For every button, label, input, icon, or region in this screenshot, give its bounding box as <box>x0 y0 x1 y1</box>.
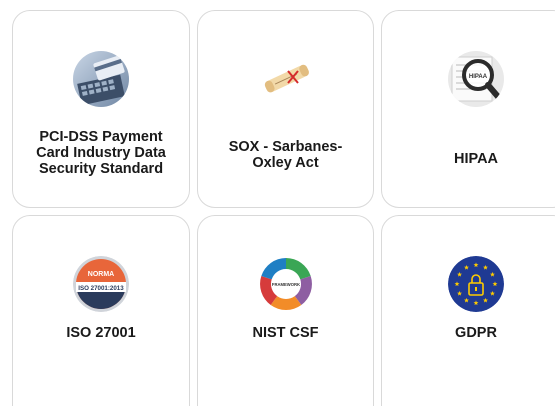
card-gdpr[interactable]: GDPR <box>381 215 555 406</box>
card-iso-27001[interactable]: NORMA ISO 27001:2013 ISO 27001 <box>12 215 190 406</box>
scroll-document-icon <box>257 51 314 107</box>
eu-lock-icon <box>448 256 504 312</box>
card-hipaa[interactable]: HIPAA HIPAA <box>381 10 555 208</box>
framework-wheel-icon: FRAMEWORK <box>258 256 314 312</box>
card-label: NIST CSF <box>252 325 319 341</box>
card-label: SOX - Sarbanes- Oxley Act <box>228 139 343 171</box>
compliance-grid: PCI-DSS Payment Card Industry Data Secur… <box>0 0 555 406</box>
iso-badge-top-text: NORMA <box>88 271 114 278</box>
magnifier-document-icon: HIPAA <box>448 51 504 107</box>
card-label: GDPR <box>455 325 497 341</box>
svg-text:HIPAA: HIPAA <box>469 74 488 80</box>
framework-center-text: FRAMEWORK <box>271 282 299 287</box>
card-label: ISO 27001 <box>66 325 136 341</box>
card-label: HIPAA <box>453 151 499 167</box>
credit-card-keyboard-icon <box>73 51 129 107</box>
card-pci-dss[interactable]: PCI-DSS Payment Card Industry Data Secur… <box>12 10 190 208</box>
card-label: PCI-DSS Payment Card Industry Data Secur… <box>36 129 166 177</box>
iso-badge-icon: NORMA ISO 27001:2013 <box>73 256 129 312</box>
card-nist-csf[interactable]: FRAMEWORK NIST CSF <box>197 215 374 406</box>
iso-badge-main-text: ISO 27001:2013 <box>78 285 124 292</box>
card-sox[interactable]: SOX - Sarbanes- Oxley Act <box>197 10 374 208</box>
